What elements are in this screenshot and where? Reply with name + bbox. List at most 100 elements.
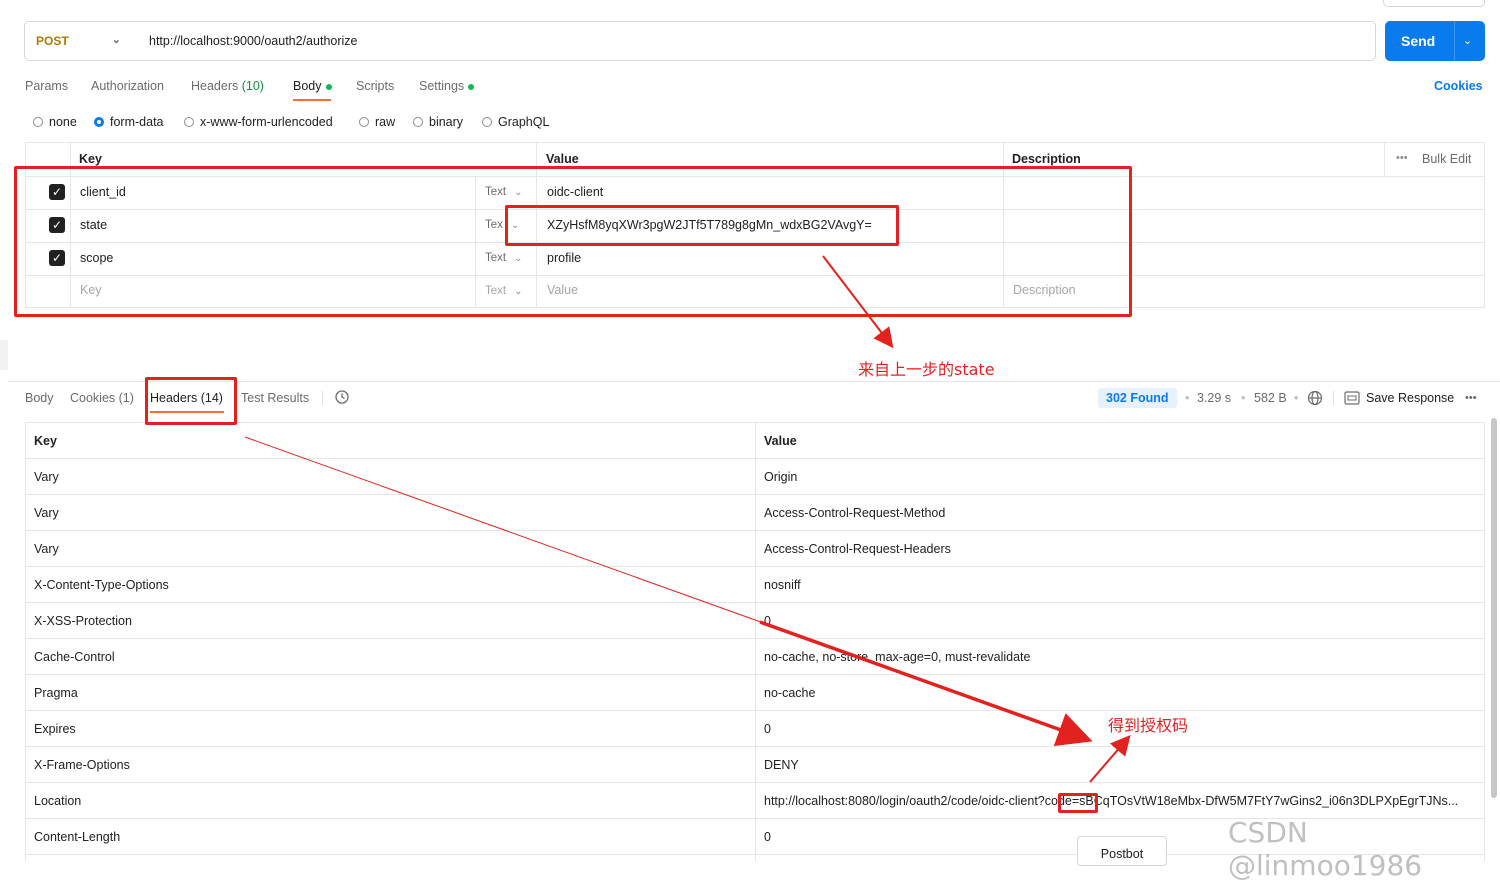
- scrollbar[interactable]: [1491, 418, 1497, 798]
- chevron-down-icon: ⌄: [111, 34, 121, 46]
- header-key: Cache-Control: [34, 650, 115, 664]
- response-tab-cookies[interactable]: Cookies (1): [70, 391, 134, 405]
- resize-handle[interactable]: [0, 340, 8, 370]
- radio-none[interactable]: none: [33, 115, 77, 129]
- radio-label: GraphQL: [498, 115, 550, 129]
- tab-label: Settings: [419, 79, 465, 93]
- bulk-edit-button[interactable]: Bulk Edit: [1422, 152, 1471, 166]
- header-key: Vary: [34, 542, 59, 556]
- header-value: 0: [764, 830, 771, 844]
- toolbar-divider: [1333, 391, 1334, 405]
- annotation-box-headers-tab: [145, 377, 237, 425]
- tab-label: Authorization: [91, 79, 164, 93]
- header-value: Access-Control-Request-Headers: [764, 542, 951, 556]
- separator-dot: •: [1185, 391, 1190, 405]
- url-input[interactable]: http://localhost:9000/oauth2/authorize: [149, 22, 357, 60]
- watermark: CSDN @linmoo1986: [1228, 816, 1423, 882]
- radio-label: binary: [429, 115, 464, 129]
- table-row: X-Content-Type-Options nosniff: [26, 567, 1484, 603]
- radio-x-www-form-urlencoded[interactable]: x-www-form-urlencoded: [184, 115, 333, 129]
- header-key: X-XSS-Protection: [34, 614, 132, 628]
- header-key: Vary: [34, 506, 59, 520]
- url-bar: POST ⌄ http://localhost:9000/oauth2/auth…: [24, 21, 1376, 61]
- tab-label: Headers: [191, 79, 239, 93]
- table-row: Vary Access-Control-Request-Headers: [26, 531, 1484, 567]
- history-icon[interactable]: [334, 389, 350, 408]
- header-key: X-Frame-Options: [34, 758, 130, 772]
- response-time[interactable]: 3.29 s: [1197, 391, 1231, 405]
- column-header-value: Value: [546, 152, 579, 166]
- status-dot: [468, 83, 475, 90]
- column-header-key: Key: [79, 152, 102, 166]
- header-value: no-cache, no-store, max-age=0, must-reva…: [764, 650, 1031, 664]
- radio-icon: [359, 117, 369, 127]
- table-row: Location http://localhost:8080/login/oaut…: [26, 783, 1484, 819]
- annotation-box-code: [1058, 793, 1098, 813]
- header-value: 0: [764, 614, 771, 628]
- radio-icon: [184, 117, 194, 127]
- active-tab-underline: [293, 99, 331, 101]
- header-key: X-Content-Type-Options: [34, 578, 169, 592]
- tab-settings[interactable]: Settings: [419, 79, 475, 93]
- annotation-code-note: 得到授权码: [1108, 716, 1189, 735]
- tab-headers[interactable]: Headers (10): [191, 79, 264, 93]
- separator-dot: •: [1241, 391, 1246, 405]
- table-header-row: Key Value: [26, 423, 1484, 459]
- postbot-button[interactable]: Postbot: [1077, 836, 1167, 866]
- header-value: no-cache: [764, 686, 816, 700]
- table-row: Vary Origin: [26, 459, 1484, 495]
- column-header-value: Value: [764, 434, 797, 448]
- send-button[interactable]: Send ⌄: [1385, 21, 1485, 61]
- more-icon[interactable]: •••: [1465, 392, 1477, 404]
- tab-label: Scripts: [356, 79, 395, 93]
- radio-label: none: [49, 115, 77, 129]
- save-icon: [1344, 391, 1360, 408]
- radio-raw[interactable]: raw: [359, 115, 395, 129]
- radio-icon: [482, 117, 492, 127]
- send-label: Send: [1401, 33, 1436, 49]
- table-row: Cache-Control no-cache, no-store, max-age…: [26, 639, 1484, 675]
- header-value: nosniff: [764, 578, 801, 592]
- tab-label: Params: [25, 79, 69, 93]
- table-row: Vary Access-Control-Request-Method: [26, 495, 1484, 531]
- header-key: Pragma: [34, 686, 78, 700]
- table-row: X-XSS-Protection 0: [26, 603, 1484, 639]
- tab-scripts[interactable]: Scripts: [356, 79, 394, 93]
- tab-params[interactable]: Params: [25, 79, 68, 93]
- radio-icon: [413, 117, 423, 127]
- tab-label: Body: [293, 79, 322, 93]
- response-headers-table: Key Value Vary Origin Vary Access-Control-…: [25, 422, 1485, 861]
- header-key: Content-Length: [34, 830, 121, 844]
- header-value: Access-Control-Request-Method: [764, 506, 946, 520]
- header-key: Expires: [34, 722, 76, 736]
- header-value: Origin: [764, 470, 798, 484]
- tab-count: (10): [241, 79, 264, 93]
- header-key: Location: [34, 794, 82, 808]
- status-dot: [325, 83, 332, 90]
- response-tab-test-results[interactable]: Test Results: [241, 391, 309, 405]
- column-header-key: Key: [34, 434, 57, 448]
- tab-body[interactable]: Body: [293, 79, 332, 93]
- header-value[interactable]: http://localhost:8080/login/oauth2/code/…: [764, 783, 1458, 819]
- status-badge[interactable]: 302 Found: [1098, 388, 1177, 408]
- save-response-button[interactable]: Save Response: [1366, 391, 1454, 405]
- response-tab-body[interactable]: Body: [25, 391, 54, 405]
- chevron-down-icon[interactable]: ⌄: [1463, 21, 1472, 61]
- header-value: 0: [764, 722, 771, 736]
- radio-label: raw: [375, 115, 396, 129]
- radio-form-data[interactable]: form-data: [94, 115, 164, 129]
- globe-icon[interactable]: [1307, 390, 1323, 409]
- radio-binary[interactable]: binary: [413, 115, 463, 129]
- table-row: Expires 0: [26, 711, 1484, 747]
- response-size[interactable]: 582 B: [1254, 391, 1287, 405]
- tab-authorization[interactable]: Authorization: [91, 79, 164, 93]
- header-value: DENY: [764, 758, 799, 772]
- annotation-box-state: [505, 205, 899, 246]
- cookies-link[interactable]: Cookies: [1434, 79, 1483, 93]
- method-select[interactable]: POST ⌄: [25, 22, 135, 60]
- more-icon[interactable]: •••: [1396, 152, 1408, 164]
- radio-label: form-data: [110, 115, 164, 129]
- radio-graphql[interactable]: GraphQL: [482, 115, 549, 129]
- table-row: Pragma no-cache: [26, 675, 1484, 711]
- tab-divider: [322, 391, 323, 405]
